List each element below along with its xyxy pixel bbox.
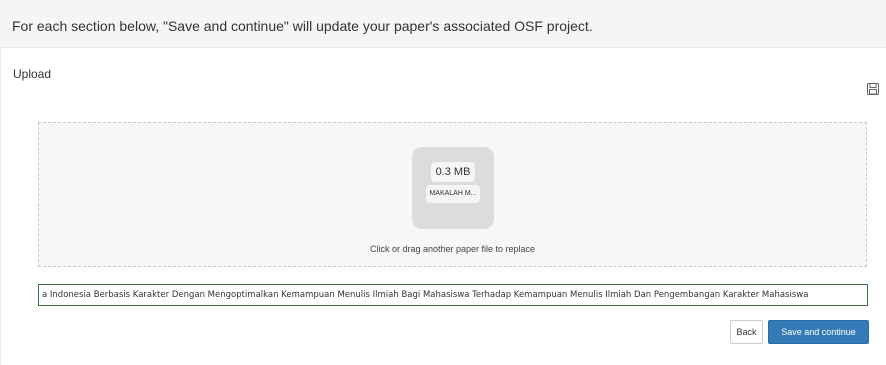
back-button[interactable]: Back bbox=[730, 320, 763, 344]
file-name: MAKALAH M... bbox=[426, 185, 480, 203]
file-size: 0.3 MB bbox=[431, 162, 475, 182]
file-preview[interactable]: 0.3 MB MAKALAH M... bbox=[412, 147, 494, 229]
upload-panel: Upload 0.3 MB MAKALAH M... Click or drag… bbox=[0, 48, 886, 365]
paper-title-input[interactable]: a Indonesia Berbasis Karakter Dengan Men… bbox=[38, 284, 868, 306]
replace-hint: Click or drag another paper file to repl… bbox=[369, 244, 536, 254]
info-banner: For each section below, "Save and contin… bbox=[0, 0, 886, 48]
save-and-continue-button[interactable]: Save and continue bbox=[768, 320, 869, 344]
banner-text: For each section below, "Save and contin… bbox=[12, 18, 593, 34]
page: For each section below, "Save and contin… bbox=[0, 0, 886, 365]
floppy-disk-icon[interactable] bbox=[867, 83, 879, 95]
file-dropzone[interactable]: 0.3 MB MAKALAH M... Click or drag anothe… bbox=[38, 122, 867, 267]
section-title: Upload bbox=[13, 67, 52, 81]
paper-title-value: a Indonesia Berbasis Karakter Dengan Men… bbox=[42, 290, 809, 300]
